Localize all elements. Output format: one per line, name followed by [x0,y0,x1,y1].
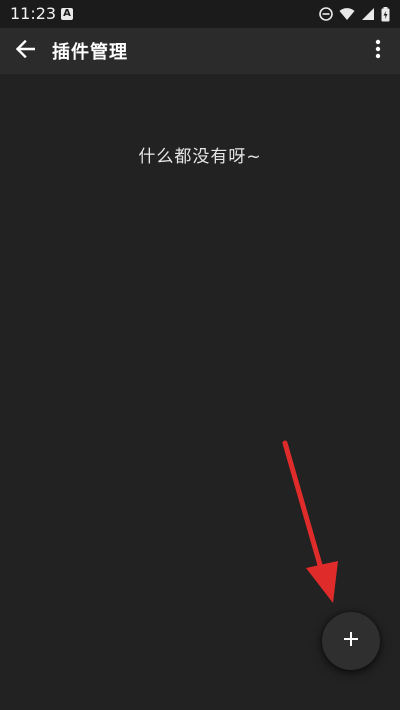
arrow-back-icon [15,39,36,62]
empty-state-message: 什么都没有呀~ [138,147,262,167]
page-title: 插件管理 [52,42,128,63]
screen: 11:23 A 插件管理 什么都没有呀~ [0,0,400,710]
battery-charging-icon [381,6,390,22]
annotation-arrow-icon [282,440,338,603]
wifi-icon [339,7,355,21]
more-options-button[interactable] [368,37,388,65]
plus-icon [343,631,359,651]
add-plugin-fab[interactable] [322,612,380,670]
status-icons [319,4,390,24]
back-button[interactable] [10,37,40,65]
status-bar: 11:23 A [0,0,400,28]
app-bar: 插件管理 [0,28,400,74]
cellular-signal-icon [361,7,375,21]
more-vert-icon [375,39,381,63]
do-not-disturb-icon [319,7,333,21]
status-time: 11:23 [10,4,57,23]
a-notification-icon: A [61,8,73,20]
